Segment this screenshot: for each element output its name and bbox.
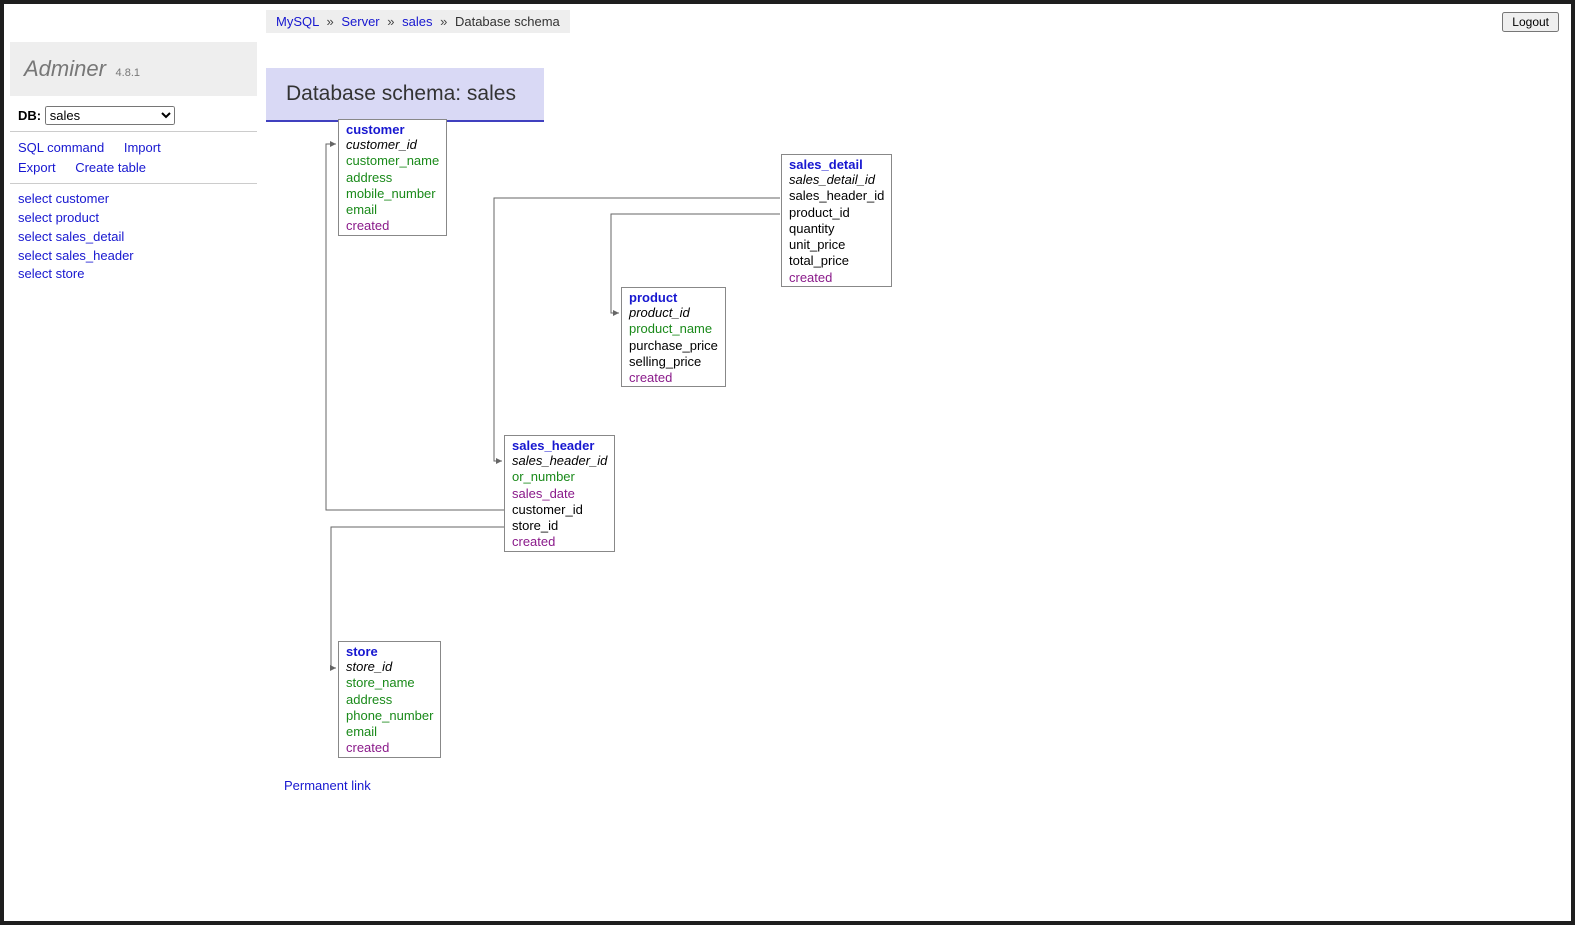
permanent-link[interactable]: Permanent link [284, 778, 371, 793]
column: or_number [505, 469, 614, 485]
table-link[interactable]: select sales_detail [18, 228, 249, 247]
import-link[interactable]: Import [124, 138, 161, 158]
db-label: DB: [18, 108, 41, 123]
app-logo: Adminer 4.8.1 [10, 42, 257, 96]
table-link[interactable]: select product [18, 209, 249, 228]
column: customer_id [339, 137, 446, 153]
column: sales_detail_id [782, 172, 891, 188]
column: store_name [339, 675, 440, 691]
column: created [339, 740, 440, 756]
table-product[interactable]: product product_id product_name purchase… [621, 287, 726, 387]
sql-command-link[interactable]: SQL command [18, 138, 104, 158]
column: total_price [782, 253, 891, 269]
table-name[interactable]: sales_detail [782, 155, 891, 172]
app-name: Adminer [24, 56, 106, 81]
column: product_id [622, 305, 725, 321]
table-store[interactable]: store store_id store_name address phone_… [338, 641, 441, 758]
breadcrumb: MySQL » Server » sales » Database schema [266, 10, 570, 33]
column: created [782, 270, 891, 286]
breadcrumb-db[interactable]: sales [402, 14, 432, 29]
export-link[interactable]: Export [18, 158, 56, 178]
column: store_id [339, 659, 440, 675]
table-link[interactable]: select sales_header [18, 247, 249, 266]
column: address [339, 170, 446, 186]
table-sales-header[interactable]: sales_header sales_header_id or_number s… [504, 435, 615, 552]
column: store_id [505, 518, 614, 534]
table-customer[interactable]: customer customer_id customer_name addre… [338, 119, 447, 236]
breadcrumb-current: Database schema [455, 14, 560, 29]
column: product_name [622, 321, 725, 337]
breadcrumb-sep: » [436, 14, 451, 29]
column: product_id [782, 205, 891, 221]
column: created [622, 370, 725, 386]
breadcrumb-sep: » [322, 14, 337, 29]
column: purchase_price [622, 338, 725, 354]
breadcrumb-server[interactable]: Server [341, 14, 379, 29]
column: email [339, 202, 446, 218]
table-name[interactable]: customer [339, 120, 446, 137]
table-name[interactable]: product [622, 288, 725, 305]
db-select[interactable]: sales [45, 106, 175, 125]
table-link[interactable]: select customer [18, 190, 249, 209]
column: created [339, 218, 446, 234]
column: mobile_number [339, 186, 446, 202]
column: selling_price [622, 354, 725, 370]
column: customer_name [339, 153, 446, 169]
breadcrumb-sep: » [383, 14, 398, 29]
column: created [505, 534, 614, 550]
table-name[interactable]: sales_header [505, 436, 614, 453]
column: sales_header_id [782, 188, 891, 204]
column: customer_id [505, 502, 614, 518]
column: sales_date [505, 486, 614, 502]
table-name[interactable]: store [339, 642, 440, 659]
table-sales-detail[interactable]: sales_detail sales_detail_id sales_heade… [781, 154, 892, 287]
column: email [339, 724, 440, 740]
create-table-link[interactable]: Create table [75, 158, 146, 178]
schema-canvas[interactable]: customer customer_id customer_name addre… [266, 110, 1561, 911]
logout-button[interactable] [1502, 12, 1559, 32]
column: address [339, 692, 440, 708]
column: sales_header_id [505, 453, 614, 469]
app-version: 4.8.1 [116, 67, 140, 79]
breadcrumb-driver[interactable]: MySQL [276, 14, 319, 29]
column: phone_number [339, 708, 440, 724]
column: quantity [782, 221, 891, 237]
column: unit_price [782, 237, 891, 253]
table-link[interactable]: select store [18, 265, 249, 284]
